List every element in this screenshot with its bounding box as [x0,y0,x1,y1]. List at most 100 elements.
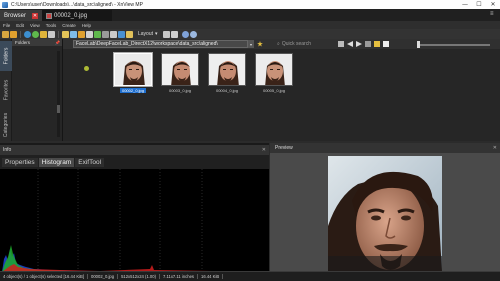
tab-properties[interactable]: Properties [2,158,38,167]
refresh-icon[interactable] [24,30,31,38]
properties-icon[interactable] [110,30,117,38]
tab-exiftool[interactable]: ExifTool [75,158,105,167]
filter-color-icon[interactable] [374,41,380,47]
info-panel: Info ✕ Properties Histogram ExifTool [0,143,269,272]
path-input[interactable]: FaceLab\DeepFaceLab_DirectX12\workspace\… [73,40,248,48]
folders-panel: Folders 📌 [12,39,63,141]
tab-browser-label: Browser [4,12,27,19]
status-dimensions: 512x512x24 (1.00) [118,274,160,279]
image-tab-icon [46,12,52,19]
menu-view[interactable]: View [30,23,40,28]
settings-icon[interactable] [181,30,189,38]
thumbnail-image [114,53,152,86]
info-title: Info [3,147,12,153]
file-thumbnail[interactable]: 00003_0.jpg [159,53,201,94]
thumbnail-image [208,53,246,86]
minimize-button[interactable]: — [458,0,472,9]
favorites-icon[interactable] [10,30,17,38]
close-button[interactable]: ✕ [486,0,500,9]
info-icon[interactable] [189,30,197,38]
document-tab-bar: Browser ✕ 00002_0.jpg ≡ [0,9,500,21]
thumbnail-view-icon[interactable] [383,41,389,47]
file-name: 00002_0.jpg [119,88,147,93]
batch-convert-icon[interactable] [78,30,85,38]
tab-favorites-label: Favorites [3,79,9,101]
title-bar: C:\Users\user\Downloads\...\data_src\ali… [0,0,500,9]
back-icon[interactable] [32,30,39,38]
filter-icon[interactable] [40,30,47,38]
preview-panel: Preview ✕ [270,143,500,271]
histogram-graph [0,169,269,272]
menu-create[interactable]: Create [62,23,76,28]
thumbnail-image [161,53,199,86]
tag-icon[interactable] [126,30,133,38]
thumbnail-size-icon[interactable] [170,30,178,38]
tab-image[interactable]: 00002_0.jpg [42,10,112,21]
preview-image [328,156,442,271]
menu-edit[interactable]: Edit [16,23,24,28]
menu-help[interactable]: Help [82,23,91,28]
delete-icon[interactable] [102,30,109,38]
display-settings-icon[interactable] [365,41,371,47]
status-bar: 4 object(s) / 1 object(s) selected [16.4… [0,271,500,281]
layout-dropdown[interactable]: Layout ▾ [138,31,158,37]
favorite-star-icon[interactable] [257,41,263,47]
print-icon[interactable] [86,30,93,38]
preview-title: Preview [275,145,293,151]
slider-knob[interactable] [417,41,420,48]
close-panel-icon[interactable]: ✕ [493,145,497,151]
folders-title: Folders [15,40,31,45]
info-tabs: Properties Histogram ExifTool [2,158,105,167]
mouse-cursor [84,66,89,71]
menu-tools[interactable]: Tools [46,23,57,28]
close-tab-icon[interactable]: ✕ [32,12,38,19]
pin-icon[interactable]: 📌 [55,40,60,45]
tab-browser[interactable]: Browser ✕ [0,10,42,21]
tab-folders[interactable]: Folders [0,41,12,71]
thumbnail-image [255,53,293,86]
scrollbar-thumb[interactable] [57,105,60,113]
status-filename: 00002_0.jpg [88,274,119,279]
file-name: 00004_0.jpg [215,88,239,93]
file-thumbnail[interactable]: 00002_0.jpg [112,53,154,94]
move-to-folder-icon[interactable] [70,30,77,38]
toolbar-separator [58,30,59,38]
file-thumbnail[interactable]: 00005_0.jpg [253,53,295,94]
menu-file[interactable]: File [3,23,10,28]
slideshow-icon[interactable] [94,30,101,38]
status-selection: 4 object(s) / 1 object(s) selected [16.4… [0,274,88,279]
hamburger-menu-icon[interactable]: ≡ [490,11,497,18]
folders-scrollbar[interactable] [57,51,60,137]
maximize-button[interactable]: ☐ [472,0,486,9]
window-title: C:\Users\user\Downloads\...\data_src\ali… [11,1,143,8]
copy-to-folder-icon[interactable] [62,30,69,38]
file-thumbnail[interactable]: 00004_0.jpg [206,53,248,94]
arrow-left-icon[interactable] [347,41,353,47]
view-mode-icon[interactable] [162,30,170,38]
xnview-app-icon [2,1,8,8]
toolbar-separator [20,30,21,38]
info-header: Info ✕ [0,145,269,155]
layout-label: Layout [138,31,154,37]
close-panel-icon[interactable]: ✕ [262,147,266,153]
open-folder-icon[interactable] [2,30,9,38]
status-print-size: 7.11x7.11 inches [160,274,199,279]
tab-categories[interactable]: Categories [0,109,12,141]
menu-bar: File Edit View Tools Create Help [0,21,500,29]
tab-histogram[interactable]: Histogram [38,158,75,167]
tab-favorites[interactable]: Favorites [0,73,12,107]
chevron-down-icon: ▾ [155,31,158,37]
arrow-right-icon[interactable] [356,41,362,47]
quick-search-field[interactable]: ⌕ Quick search [277,41,335,47]
main-toolbar: Layout ▾ [0,29,500,39]
go-up-icon[interactable] [338,41,344,47]
thumbnail-size-slider[interactable] [418,44,490,46]
address-bar: FaceLab\DeepFaceLab_DirectX12\workspace\… [63,39,500,49]
rotate-icon[interactable] [118,30,125,38]
file-name: 00005_0.jpg [262,88,286,93]
sort-icon[interactable] [48,30,55,38]
folders-header: Folders 📌 [12,39,62,46]
preview-header: Preview ✕ [270,143,500,153]
path-dropdown-icon[interactable]: ▾ [248,40,254,48]
tab-folders-label: Folders [3,47,9,65]
